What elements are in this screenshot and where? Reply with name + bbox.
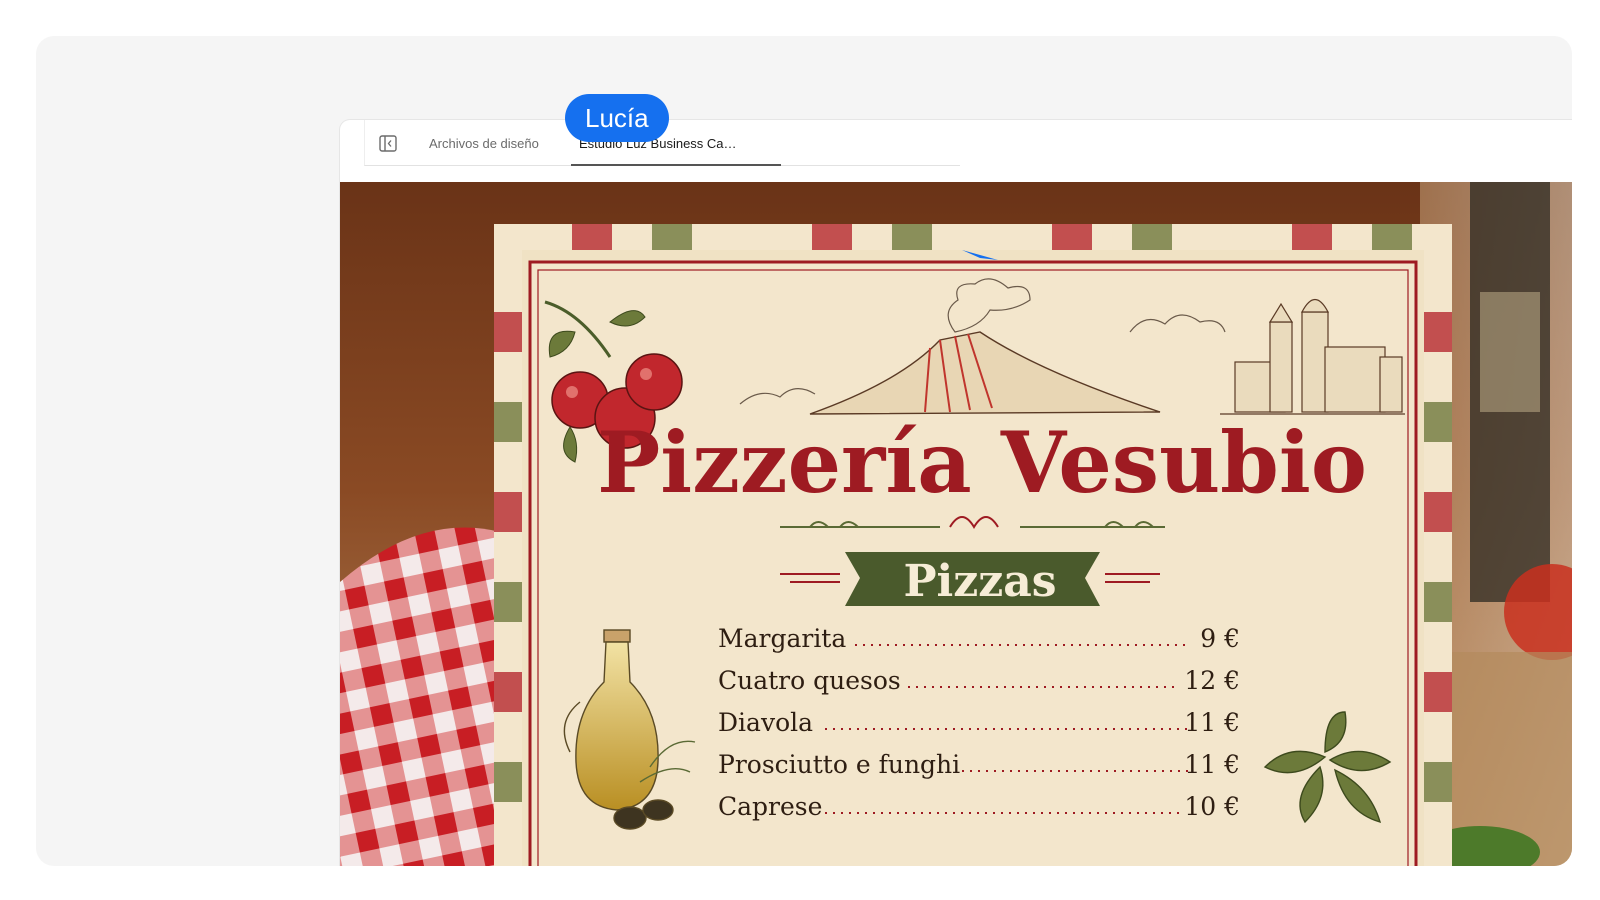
menu-artwork: Pizzería Vesubio Pizzas Margarita 9 € Cu…: [340, 182, 1572, 866]
menu-title: Pizzería Vesubio: [597, 413, 1367, 512]
menu-item-name: Margarita: [718, 624, 846, 653]
collaborator-name-tag: Lucía: [565, 94, 669, 142]
sidebar-toggle-icon[interactable]: [379, 135, 397, 152]
menu-item-name: Prosciutto e funghi: [718, 750, 960, 779]
menu-item-name: Diavola: [718, 708, 813, 737]
menu-item-name: Caprese: [718, 792, 822, 821]
design-window: Archivos de diseño Estudio Luz Business …: [340, 120, 1572, 866]
section-title: Pizzas: [903, 556, 1056, 607]
tab-archivos-de-diseno[interactable]: Archivos de diseño: [429, 120, 539, 166]
menu-item-price: 9 €: [1200, 624, 1240, 653]
collaborator-cursor-icon: [962, 250, 998, 260]
menu-item-price: 10 €: [1184, 792, 1240, 821]
menu-item-price: 12 €: [1184, 666, 1240, 695]
app-background: Archivos de diseño Estudio Luz Business …: [36, 36, 1572, 866]
canvas-area[interactable]: Pizzería Vesubio Pizzas Margarita 9 € Cu…: [340, 182, 1572, 866]
menu-item-price: 11 €: [1184, 750, 1240, 779]
menu-item-price: 11 €: [1184, 708, 1240, 737]
menu-item-name: Cuatro quesos: [718, 666, 901, 695]
